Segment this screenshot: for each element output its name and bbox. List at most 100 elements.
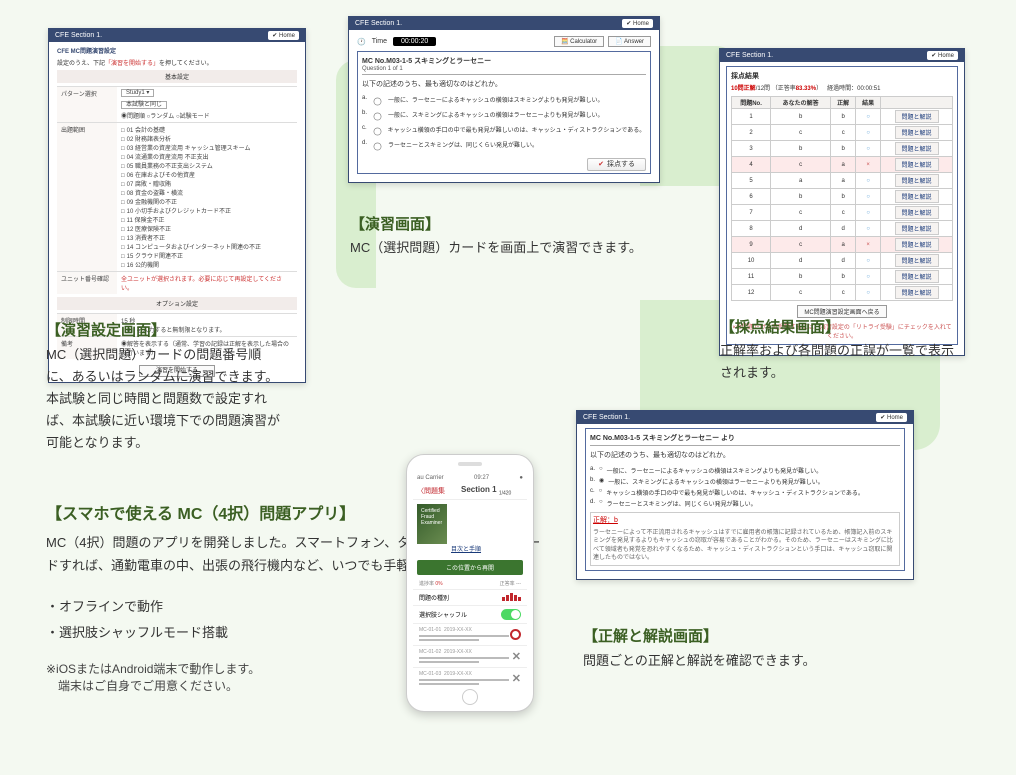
question-text: 以下の記述のうち、最も適切なのはどれか。: [362, 79, 646, 89]
home-button[interactable]: ✔ Home: [268, 31, 299, 40]
range-checkbox[interactable]: 13 消費者不正: [121, 233, 293, 242]
view-explain-button[interactable]: 問題と解説: [895, 206, 939, 219]
section-option: オプション設定: [57, 297, 297, 310]
choice-text: 一般に、スキミングによるキャッシュの横領はラーセニーよりも発見が難しい。: [388, 110, 604, 123]
phone-resume-button[interactable]: この位置から再開: [417, 560, 523, 575]
table-row: 2cc○問題と解説: [732, 125, 953, 141]
range-checkbox[interactable]: 05 職員業務の不正支出システム: [121, 161, 293, 170]
range-checkbox[interactable]: 10 小切手およびクレジットカード不正: [121, 206, 293, 215]
choice-text: 一般に、ラーセニーによるキャッシュの横領はスキミングよりも発見が難しい。: [388, 95, 604, 108]
range-checkbox[interactable]: 14 コンピュータおよびインターネット関連の不正: [121, 242, 293, 251]
clock-icon: 🕐: [357, 38, 366, 46]
shuffle-toggle[interactable]: [501, 609, 521, 620]
view-explain-button[interactable]: 問題と解説: [895, 190, 939, 203]
table-row: 11bb○問題と解説: [732, 269, 953, 285]
explain-panel: CFE Section 1. ✔ Home MC No.M03-1-5 スキミン…: [576, 410, 914, 580]
choice-radio[interactable]: [374, 143, 382, 151]
range-checkbox[interactable]: 08 資金の盗難・横流: [121, 188, 293, 197]
calculator-button[interactable]: 🧮 Calculator: [554, 36, 604, 47]
range-checkbox[interactable]: 01 会計の基礎: [121, 125, 293, 134]
range-checkbox[interactable]: 12 医療保険不正: [121, 224, 293, 233]
view-explain-button[interactable]: 問題と解説: [895, 254, 939, 267]
table-row: 3bb○問題と解説: [732, 141, 953, 157]
view-explain-button[interactable]: 問題と解説: [895, 270, 939, 283]
table-row: 12cc○問題と解説: [732, 285, 953, 301]
home-button[interactable]: ✔ Home: [927, 51, 958, 60]
desc-settings: MC（選択問題）カードの問題番号順に、あるいはランダムに演習できます。本試験と同…: [46, 344, 286, 454]
table-row: 8dd○問題と解説: [732, 221, 953, 237]
range-checkbox[interactable]: 16 公的機関: [121, 260, 293, 269]
choice-row[interactable]: a.一般に、ラーセニーによるキャッシュの横領はスキミングよりも発見が難しい。: [362, 95, 646, 108]
phone-toc-link[interactable]: 目次と手順: [451, 544, 481, 553]
choice-row[interactable]: b.一般に、スキミングによるキャッシュの横領はラーセニーよりも発見が難しい。: [362, 110, 646, 123]
timer-display: 00:00:20: [393, 37, 436, 46]
home-button[interactable]: ✔ Home: [622, 19, 653, 28]
view-explain-button[interactable]: 問題と解説: [895, 174, 939, 187]
view-explain-button[interactable]: 問題と解説: [895, 158, 939, 171]
choice-text: ラーセニーとスキミングは、同じくらい発見が難しい。: [388, 140, 538, 153]
pattern-radios[interactable]: ◉問題順 ○ランダム ○試験モード: [121, 111, 293, 120]
view-explain-button[interactable]: 問題と解説: [895, 238, 939, 251]
table-header: 問題No.: [732, 97, 771, 109]
unit-value: 全ユニットが選択されます。必要に応じて再設定してください。: [117, 272, 297, 294]
desc-explain: 問題ごとの正解と解説を確認できます。: [583, 650, 816, 672]
radio-icon: ○: [599, 499, 603, 508]
phone-list-item[interactable]: MC-01-01 2019-XX-XX: [413, 623, 527, 645]
pattern-select[interactable]: Study1 ▾: [121, 89, 154, 97]
choice-text: 一般に、スキミングによるキャッシュの横領はラーセニーよりも発見が難しい。: [608, 477, 824, 486]
unit-label: ユニット番号確認: [57, 272, 117, 294]
table-header: 正解: [831, 97, 856, 109]
view-explain-button[interactable]: 問題と解説: [895, 286, 939, 299]
radio-icon: ○: [599, 466, 603, 475]
table-row: 7cc○問題と解説: [732, 205, 953, 221]
range-checklist[interactable]: 01 会計の基礎02 財務諸表分析03 経営業の資産流用 キャッシュ管理スキーム…: [117, 123, 297, 271]
range-checkbox[interactable]: 03 経営業の資産流用 キャッシュ管理スキーム: [121, 143, 293, 152]
choice-row[interactable]: c.キャッシュ横領の手口の中で最も発見が難しいのは、キャッシュ・ディストラクショ…: [362, 125, 646, 138]
view-explain-button[interactable]: 問題と解説: [895, 126, 939, 139]
phone-list-item[interactable]: MC-01-02 2019-XX-XX✕: [413, 645, 527, 667]
range-checkbox[interactable]: 02 財務諸表分析: [121, 134, 293, 143]
pattern-select-2[interactable]: 本試験と同じ: [121, 101, 167, 109]
phone-bars-icon[interactable]: [502, 593, 521, 601]
phone-carrier: au Carrier: [417, 475, 444, 481]
panel-title: CFE MC問題演習設定: [57, 46, 297, 55]
caption-settings: 【演習設定画面】: [46, 319, 166, 340]
choice-radio[interactable]: [374, 113, 382, 121]
view-explain-button[interactable]: 問題と解説: [895, 222, 939, 235]
range-checkbox[interactable]: 06 在庫およびその他資産: [121, 170, 293, 179]
question-progress: Question 1 of 1: [362, 66, 646, 72]
table-row: 9ca×問題と解説: [732, 237, 953, 253]
range-checkbox[interactable]: 15 クラウド関連不正: [121, 251, 293, 260]
table-header: 結果: [856, 97, 881, 109]
app-title: CFE Section 1.: [55, 32, 102, 39]
choice-radio[interactable]: [373, 128, 381, 136]
results-table: 問題No.あなたの解答正解結果 1bb○問題と解説2cc○問題と解説3bb○問題…: [731, 96, 953, 301]
choice-row: a.○一般に、ラーセニーによるキャッシュの横領はスキミングよりも発見が難しい。: [590, 466, 900, 475]
view-explain-button[interactable]: 問題と解説: [895, 142, 939, 155]
explain-qtext: 以下の記述のうち、最も適切なのはどれか。: [590, 450, 900, 460]
range-checkbox[interactable]: 11 保険金不正: [121, 215, 293, 224]
explanation-body: ラーセニーによって不正流用されるキャッシュはすでに雇用者の帳簿に記録されているた…: [593, 529, 897, 563]
choice-text: キャッシュ横領の手口の中で最も発見が難しいのは、キャッシュ・ディストラクションで…: [388, 125, 646, 138]
home-button[interactable]: ✔ Home: [876, 413, 907, 422]
table-row: 5aa○問題と解説: [732, 173, 953, 189]
table-row: 4ca×問題と解説: [732, 157, 953, 173]
practice-panel: CFE Section 1. ✔ Home 🕐 Time 00:00:20 🧮 …: [348, 16, 660, 183]
explain-qid: MC No.M03-1-5 スキミングとラーセニー より: [590, 433, 900, 446]
wrong-icon: ✕: [512, 672, 521, 685]
choice-row: c.○キャッシュ横領の手口の中で最も発見が難しいのは、キャッシュ・ディストラクシ…: [590, 488, 900, 497]
grade-button[interactable]: 採点する: [587, 158, 646, 171]
correct-answer: 正解：b: [593, 515, 897, 525]
choice-radio[interactable]: [374, 98, 382, 106]
phone-back-button[interactable]: 〈問題集: [417, 486, 445, 496]
range-checkbox[interactable]: 09 金融機関の不正: [121, 197, 293, 206]
pattern-label: パターン選択: [57, 87, 117, 122]
radio-icon: ◉: [599, 477, 604, 486]
answer-button[interactable]: 📄 Answer: [608, 36, 651, 47]
view-explain-button[interactable]: 問題と解説: [895, 110, 939, 123]
phone-shuffle-label: 選択肢シャッフル: [419, 610, 467, 619]
range-checkbox[interactable]: 04 流通業の資産流用 不正支出: [121, 152, 293, 161]
choice-row[interactable]: d.ラーセニーとスキミングは、同じくらい発見が難しい。: [362, 140, 646, 153]
range-checkbox[interactable]: 07 腐敗・贈収賄: [121, 179, 293, 188]
phone-list-item[interactable]: MC-01-03 2019-XX-XX✕: [413, 667, 527, 689]
